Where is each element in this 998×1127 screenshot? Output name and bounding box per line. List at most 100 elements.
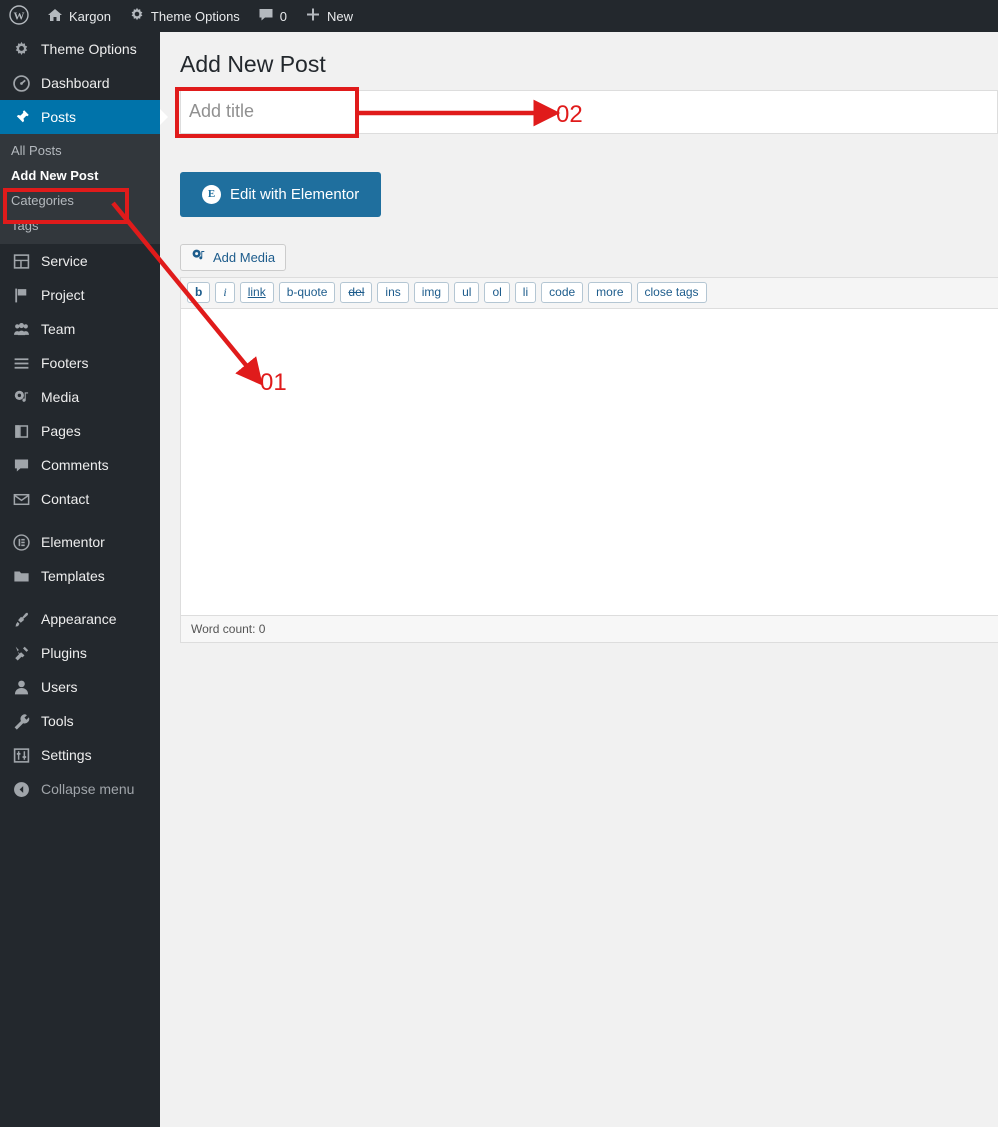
quicktag-i[interactable]: i (215, 282, 235, 304)
media-icon (191, 248, 206, 266)
sidebar-item-theme-options[interactable]: Theme Options (0, 32, 160, 66)
sidebar-item-service[interactable]: Service (0, 244, 160, 278)
email-icon (11, 491, 31, 508)
add-media-button[interactable]: Add Media (180, 243, 287, 271)
sidebar-item-label: Elementor (41, 534, 105, 550)
sidebar-item-label: Pages (41, 423, 81, 439)
brush-icon (11, 611, 31, 628)
sidebar-subitem-add-new-post[interactable]: Add New Post (0, 163, 160, 188)
comment-icon (11, 457, 31, 474)
comment-icon (258, 7, 274, 25)
sidebar-item-footers[interactable]: Footers (0, 346, 160, 380)
sidebar-item-label: Dashboard (41, 75, 110, 91)
elementor-icon (11, 533, 31, 551)
sidebar-item-team[interactable]: Team (0, 312, 160, 346)
admin-bar: W Kargon Theme Options 0 New (0, 0, 998, 32)
admin-sidebar-menu: Theme Options Dashboard Posts All Posts … (0, 32, 168, 1127)
sidebar-item-users[interactable]: Users (0, 670, 160, 704)
menu-separator (0, 593, 160, 602)
gear-icon (11, 41, 31, 58)
theme-options-button[interactable]: Theme Options (120, 0, 249, 32)
quicktag-code[interactable]: code (541, 282, 584, 304)
sidebar-item-label: Project (41, 287, 85, 303)
quicktag-li[interactable]: li (514, 282, 537, 304)
comments-button[interactable]: 0 (249, 0, 296, 32)
sidebar-item-label: Posts (41, 109, 77, 125)
sidebar-item-contact[interactable]: Contact (0, 482, 160, 516)
quicktag-ol[interactable]: ol (484, 282, 510, 304)
quicktag-link[interactable]: link (239, 282, 274, 304)
quicktag-ul[interactable]: ul (454, 282, 480, 304)
theme-options-label: Theme Options (150, 8, 240, 24)
post-title-input[interactable] (181, 90, 997, 133)
sidebar-subitem-all-posts[interactable]: All Posts (0, 138, 160, 163)
sidebar-item-templates[interactable]: Templates (0, 559, 160, 593)
sidebar-subitem-tags[interactable]: Tags (0, 213, 160, 238)
groups-icon (11, 321, 31, 338)
plus-icon (305, 7, 321, 25)
sidebar-item-settings[interactable]: Settings (0, 738, 160, 772)
sidebar-item-plugins[interactable]: Plugins (0, 636, 160, 670)
quicktag-ins[interactable]: ins (377, 282, 409, 304)
quicktag-b[interactable]: b (187, 282, 211, 304)
sidebar-item-collapse-menu[interactable]: Collapse menu (0, 772, 160, 806)
new-content-button[interactable]: New (296, 0, 362, 32)
posts-submenu: All Posts Add New Post Categories Tags (0, 134, 160, 244)
sidebar-item-label: Comments (41, 457, 109, 473)
post-title-wrapper (180, 89, 998, 134)
post-content-textarea[interactable] (181, 308, 998, 615)
user-icon (11, 679, 31, 696)
wrench-icon (11, 713, 31, 730)
new-content-label: New (327, 8, 354, 24)
wordpress-icon: W (9, 5, 29, 27)
quicktags-toolbar: b i link b-quote del ins img ul ol li co… (181, 277, 998, 309)
quicktag-b-quote[interactable]: b-quote (278, 282, 336, 304)
sidebar-item-label: Appearance (41, 611, 117, 627)
sidebar-item-label: Team (41, 321, 76, 337)
quicktag-del[interactable]: del (340, 282, 373, 304)
post-editor: b i link b-quote del ins img ul ol li co… (180, 276, 998, 643)
flag-icon (11, 287, 31, 304)
sidebar-item-comments[interactable]: Comments (0, 448, 160, 482)
dashboard-icon (11, 74, 31, 92)
sidebar-item-label: Service (41, 253, 88, 269)
sidebar-subitem-categories[interactable]: Categories (0, 188, 160, 213)
menu-icon (11, 355, 31, 372)
menu-separator (0, 516, 160, 525)
sidebar-item-appearance[interactable]: Appearance (0, 602, 160, 636)
add-media-label: Add Media (213, 249, 276, 265)
folder-icon (11, 568, 31, 585)
sidebar-item-label: Contact (41, 491, 90, 507)
sidebar-item-label: Templates (41, 568, 105, 584)
sidebar-item-label: Media (41, 389, 80, 405)
sidebar-item-label: Collapse menu (41, 781, 135, 797)
sidebar-item-dashboard[interactable]: Dashboard (0, 66, 160, 100)
sidebar-item-tools[interactable]: Tools (0, 704, 160, 738)
word-count-status: Word count: 0 (181, 614, 998, 642)
wordpress-logo-button[interactable]: W (0, 0, 38, 32)
elementor-icon: E (202, 184, 221, 204)
annotation-label-02: 02 (556, 101, 583, 128)
sidebar-item-media[interactable]: Media (0, 380, 160, 414)
quicktag-img[interactable]: img (413, 282, 450, 304)
page-title: Add New Post (180, 51, 326, 77)
home-icon (47, 7, 63, 25)
site-name-button[interactable]: Kargon (38, 0, 120, 32)
sidebar-item-posts[interactable]: Posts (0, 100, 168, 134)
site-name-label: Kargon (69, 8, 111, 24)
arrow-left-circle-icon (11, 781, 31, 798)
edit-with-elementor-label: Edit with Elementor (230, 185, 360, 203)
layout-icon (11, 253, 31, 270)
svg-text:W: W (14, 11, 25, 23)
annotation-label-01: 01 (260, 369, 287, 396)
quicktag-more[interactable]: more (588, 282, 632, 304)
sidebar-item-label: Theme Options (41, 41, 137, 57)
sidebar-item-elementor[interactable]: Elementor (0, 525, 160, 559)
edit-with-elementor-button[interactable]: E Edit with Elementor (180, 171, 382, 217)
plugin-icon (11, 645, 31, 662)
comments-count: 0 (279, 8, 288, 24)
sidebar-item-pages[interactable]: Pages (0, 414, 160, 448)
sidebar-item-project[interactable]: Project (0, 278, 160, 312)
quicktag-close-tags[interactable]: close tags (636, 282, 707, 304)
sidebar-item-label: Users (41, 679, 78, 695)
